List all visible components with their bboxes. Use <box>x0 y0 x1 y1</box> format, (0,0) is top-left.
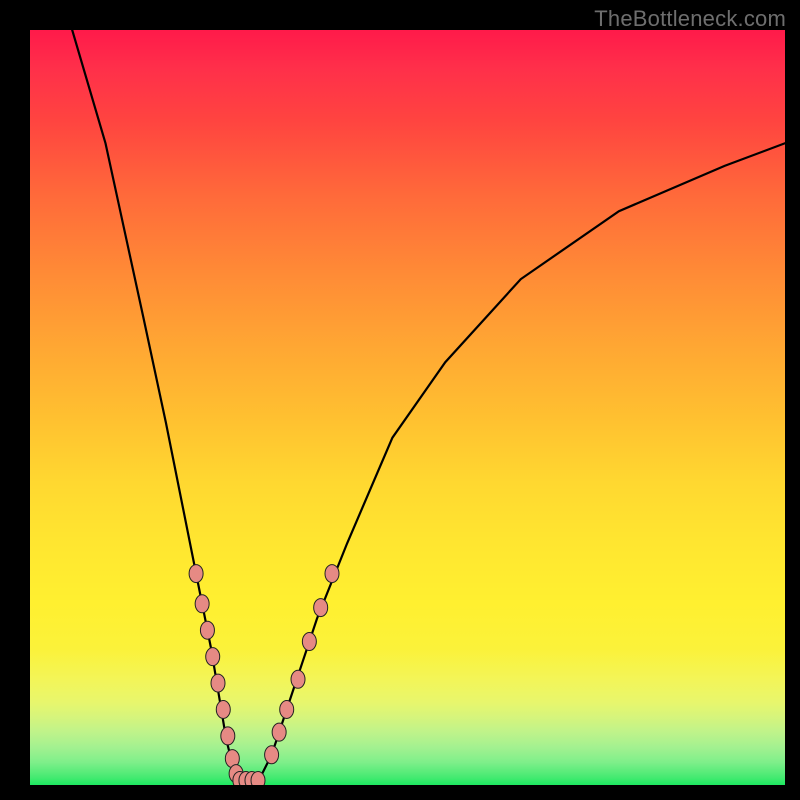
plot-area <box>30 30 785 785</box>
marker-bottom-markers <box>251 771 265 785</box>
marker-right-branch-markers <box>291 670 305 688</box>
marker-right-branch-markers <box>302 633 316 651</box>
curve-left-branch <box>68 30 242 785</box>
marker-right-branch-markers <box>325 565 339 583</box>
marker-left-branch-markers <box>206 648 220 666</box>
watermark-text: TheBottleneck.com <box>594 6 786 32</box>
marker-left-branch-markers <box>216 701 230 719</box>
marker-right-branch-markers <box>272 723 286 741</box>
marker-right-branch-markers <box>265 746 279 764</box>
chart-frame: TheBottleneck.com <box>0 0 800 800</box>
marker-right-branch-markers <box>314 599 328 617</box>
chart-svg <box>30 30 785 785</box>
marker-left-branch-markers <box>189 565 203 583</box>
marker-left-branch-markers <box>211 674 225 692</box>
marker-left-branch-markers <box>221 727 235 745</box>
marker-left-branch-markers <box>195 595 209 613</box>
curve-right-branch <box>257 143 786 785</box>
marker-right-branch-markers <box>280 701 294 719</box>
marker-left-branch-markers <box>200 621 214 639</box>
